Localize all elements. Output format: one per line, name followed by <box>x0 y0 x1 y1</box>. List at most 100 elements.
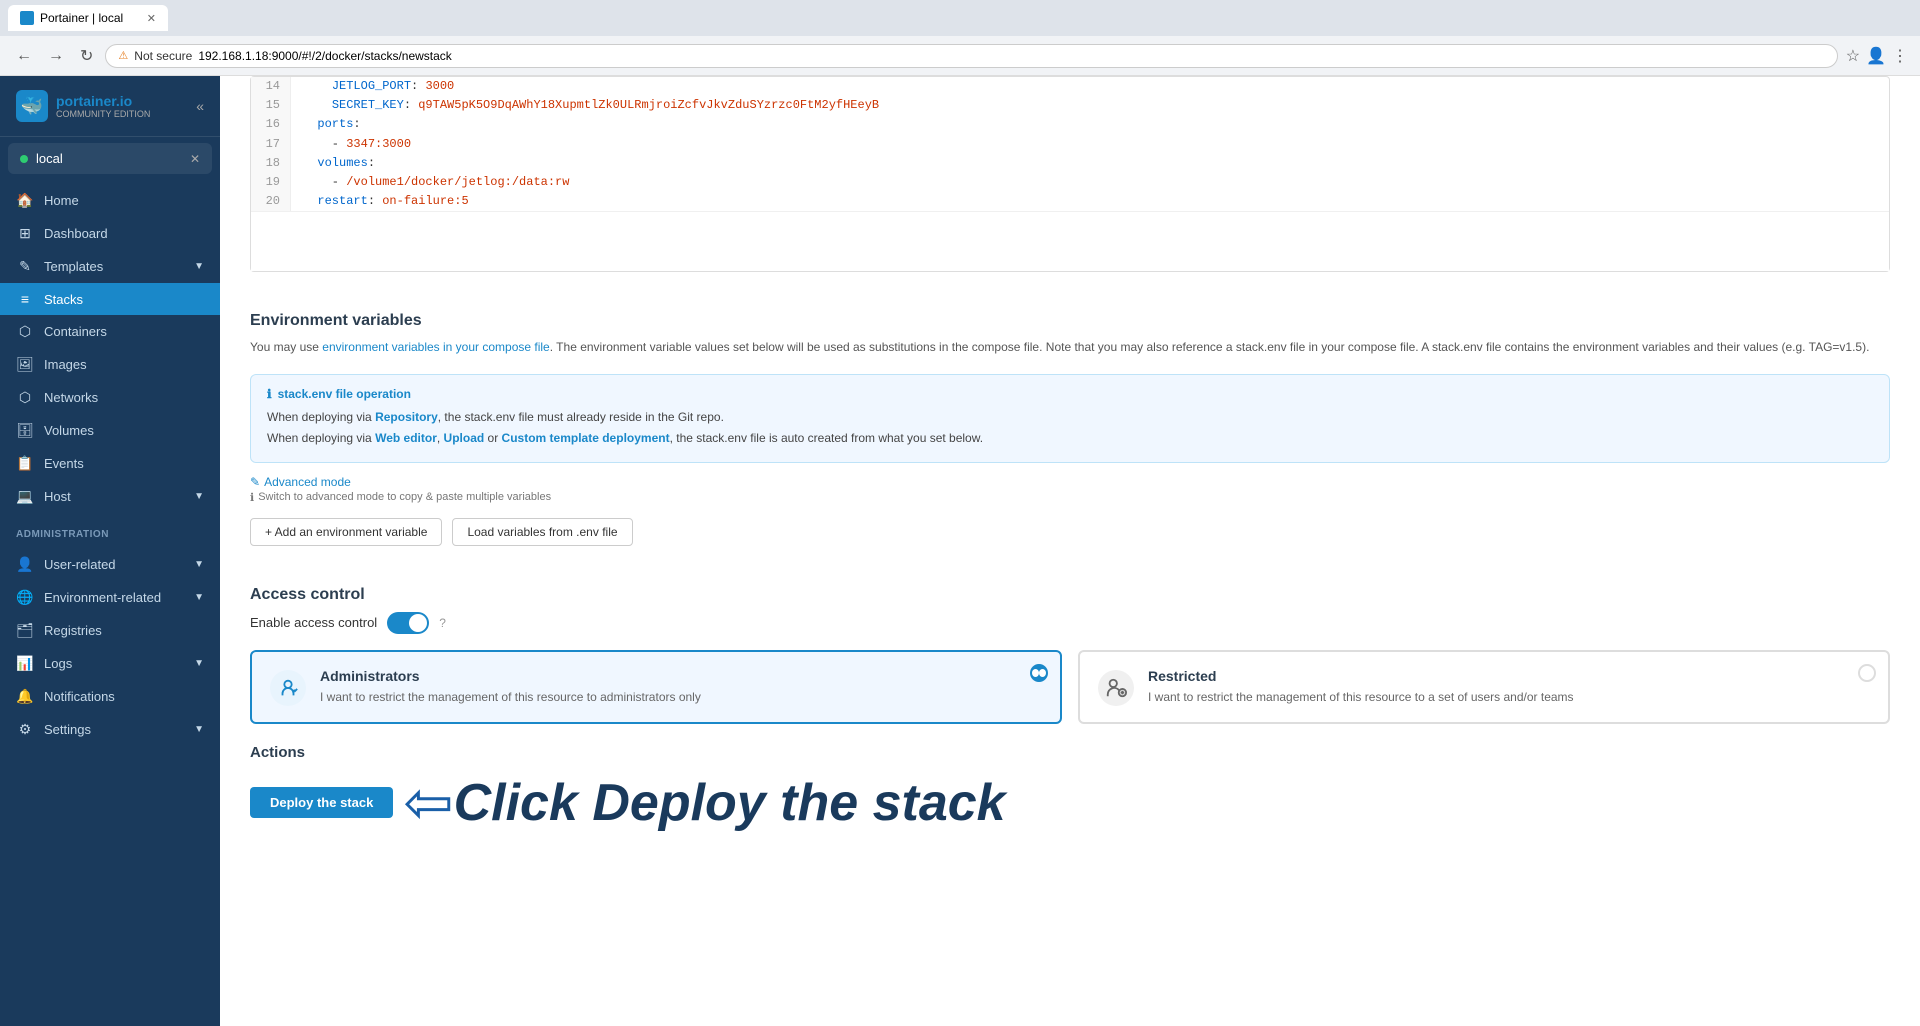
admin-group-label: Administration <box>0 517 220 544</box>
images-icon: 🖼 <box>16 356 34 373</box>
restricted-card[interactable]: Restricted I want to restrict the manage… <box>1078 650 1890 724</box>
endpoint-item[interactable]: local ✕ <box>8 143 212 174</box>
access-cards: Administrators I want to restrict the ma… <box>250 650 1890 724</box>
sidebar-item-volumes[interactable]: 🗄 Volumes <box>0 414 220 447</box>
sidebar-item-networks[interactable]: ⬡ Networks <box>0 381 220 414</box>
app-container: 🐳 portainer.io Community Edition « local… <box>0 76 1920 1026</box>
profile-button[interactable]: 👤 <box>1866 46 1886 66</box>
sidebar-item-networks-label: Networks <box>44 390 98 405</box>
sidebar-item-containers[interactable]: ⬡ Containers <box>0 315 220 348</box>
events-icon: 📋 <box>16 455 34 472</box>
settings-icon: ⚙ <box>16 721 34 738</box>
code-line-17: 17 - 3347:3000 <box>251 135 1889 154</box>
sidebar-item-stacks[interactable]: ≡ Stacks <box>0 283 220 315</box>
upload-link[interactable]: Upload <box>444 431 485 445</box>
sidebar-item-environment-related-label: Environment-related <box>44 590 161 605</box>
browser-titlebar: Portainer | local ✕ <box>0 0 1920 36</box>
sidebar-item-home-label: Home <box>44 193 79 208</box>
add-env-variable-button[interactable]: + Add an environment variable <box>250 518 442 546</box>
main-content: 14 JETLOG_PORT: 3000 15 SECRET_KEY: q9TA… <box>220 76 1920 1026</box>
networks-icon: ⬡ <box>16 389 34 406</box>
actions-label: Actions <box>250 744 1890 761</box>
forward-button[interactable]: → <box>44 43 68 69</box>
code-line-14: 14 JETLOG_PORT: 3000 <box>251 77 1889 96</box>
user-related-arrow-icon: ▼ <box>194 559 204 570</box>
sidebar-item-dashboard-label: Dashboard <box>44 226 108 241</box>
tab-close-button[interactable]: ✕ <box>147 12 156 25</box>
sidebar-item-home[interactable]: 🏠 Home <box>0 184 220 217</box>
sidebar-logo: 🐳 portainer.io Community Edition « <box>0 76 220 137</box>
home-icon: 🏠 <box>16 192 34 209</box>
env-buttons-row: + Add an environment variable Load varia… <box>250 518 1890 546</box>
sidebar-item-notifications[interactable]: 🔔 Notifications <box>0 680 220 713</box>
env-desc-prefix: You may use <box>250 340 322 354</box>
actions-section: Actions Deploy the stack ⇦ Click Deploy … <box>250 744 1890 833</box>
admin-card-radio[interactable] <box>1030 664 1048 682</box>
sidebar-item-dashboard[interactable]: ⊞ Dashboard <box>0 217 220 250</box>
sidebar-item-templates[interactable]: ✎ Templates ▼ <box>0 250 220 283</box>
code-line-16: 16 ports: <box>251 115 1889 134</box>
sidebar-item-registries[interactable]: 🗂 Registries <box>0 614 220 647</box>
advanced-mode-hint: ℹ Switch to advanced mode to copy & past… <box>250 491 1890 504</box>
logo-text: portainer.io Community Edition <box>56 93 150 119</box>
address-bar[interactable]: ⚠ Not secure 192.168.1.18:9000/#!/2/dock… <box>105 44 1837 68</box>
sidebar-collapse-button[interactable]: « <box>196 98 204 114</box>
menu-button[interactable]: ⋮ <box>1892 46 1908 66</box>
env-variables-desc: You may use environment variables in you… <box>250 338 1890 357</box>
back-button[interactable]: ← <box>12 43 36 69</box>
settings-arrow-icon: ▼ <box>194 724 204 735</box>
restricted-card-title: Restricted <box>1148 668 1574 684</box>
custom-template-link[interactable]: Custom template deployment <box>502 431 670 445</box>
code-line-20: 20 restart: on-failure:5 <box>251 192 1889 211</box>
url-text: 192.168.1.18:9000/#!/2/docker/stacks/new… <box>198 49 452 63</box>
env-info-title: ℹ stack.env file operation <box>267 387 1873 401</box>
administrators-card[interactable]: Administrators I want to restrict the ma… <box>250 650 1062 724</box>
deploy-stack-button[interactable]: Deploy the stack <box>250 787 393 818</box>
sidebar-item-host-label: Host <box>44 489 71 504</box>
access-control-info-icon[interactable]: ? <box>439 616 446 630</box>
advanced-mode-link[interactable]: ✎ Advanced mode <box>250 475 1890 489</box>
sidebar-item-environment-related[interactable]: 🌐 Environment-related ▼ <box>0 581 220 614</box>
host-arrow-icon: ▼ <box>194 491 204 502</box>
templates-arrow-icon: ▼ <box>194 261 204 272</box>
env-compose-link[interactable]: environment variables in your compose fi… <box>322 340 549 354</box>
registries-icon: 🗂 <box>16 622 34 639</box>
env-variables-title: Environment variables <box>250 292 1890 330</box>
deploy-arrow-icon: ⇦ <box>403 773 453 833</box>
sidebar-item-host[interactable]: 💻 Host ▼ <box>0 480 220 513</box>
logs-icon: 📊 <box>16 655 34 672</box>
sidebar-item-settings-label: Settings <box>44 722 91 737</box>
restricted-card-radio[interactable] <box>1858 664 1876 682</box>
sidebar-item-stacks-label: Stacks <box>44 292 83 307</box>
code-editor[interactable]: 14 JETLOG_PORT: 3000 15 SECRET_KEY: q9TA… <box>250 76 1890 272</box>
sidebar-item-notifications-label: Notifications <box>44 689 115 704</box>
sidebar-item-images[interactable]: 🖼 Images <box>0 348 220 381</box>
load-env-file-button[interactable]: Load variables from .env file <box>452 518 632 546</box>
access-control-section: Access control Enable access control ? <box>250 566 1890 724</box>
sidebar-item-settings[interactable]: ⚙ Settings ▼ <box>0 713 220 746</box>
restricted-card-desc: I want to restrict the management of thi… <box>1148 688 1574 706</box>
sidebar-item-volumes-label: Volumes <box>44 423 94 438</box>
tab-title: Portainer | local <box>40 11 123 25</box>
web-editor-link[interactable]: Web editor <box>375 431 437 445</box>
enable-access-control-row: Enable access control ? <box>250 612 1890 634</box>
bookmark-button[interactable]: ☆ <box>1846 46 1860 66</box>
sidebar-item-containers-label: Containers <box>44 324 107 339</box>
security-label: Not secure <box>134 49 192 63</box>
edition-label: Community Edition <box>56 109 150 119</box>
info-line-2: When deploying via Web editor, Upload or… <box>267 428 1873 450</box>
endpoint-close-button[interactable]: ✕ <box>190 152 200 166</box>
repository-link[interactable]: Repository <box>375 410 438 424</box>
reload-button[interactable]: ↻ <box>76 42 97 70</box>
sidebar-item-templates-label: Templates <box>44 259 103 274</box>
notifications-icon: 🔔 <box>16 688 34 705</box>
browser-tab[interactable]: Portainer | local ✕ <box>8 5 168 31</box>
sidebar-item-logs[interactable]: 📊 Logs ▼ <box>0 647 220 680</box>
access-control-toggle[interactable] <box>387 612 429 634</box>
sidebar-item-user-related[interactable]: 👤 User-related ▼ <box>0 548 220 581</box>
sidebar-admin-nav: 👤 User-related ▼ 🌐 Environment-related ▼… <box>0 544 220 750</box>
code-line-18: 18 volumes: <box>251 154 1889 173</box>
admin-card-icon <box>270 670 306 706</box>
sidebar-item-events[interactable]: 📋 Events <box>0 447 220 480</box>
edit-icon: ✎ <box>250 475 260 489</box>
